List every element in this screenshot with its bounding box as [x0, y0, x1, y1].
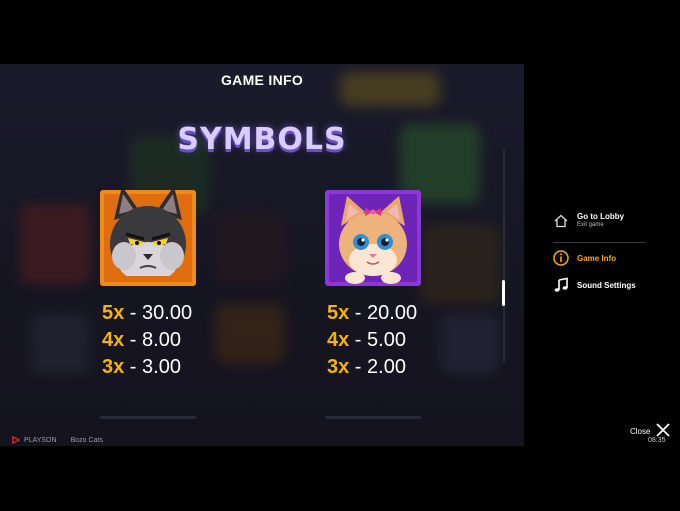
- menu-go-to-lobby[interactable]: Go to Lobby Exit game: [553, 212, 624, 230]
- pay-row: 5x - 30.00: [102, 300, 192, 327]
- pay-row: 4x - 8.00: [102, 327, 192, 354]
- playson-logo-icon: [12, 436, 20, 444]
- paytable-black-cat: 5x - 30.00 4x - 8.00 3x - 3.00: [102, 300, 192, 381]
- pay-value: 5.00: [367, 329, 406, 351]
- pay-separator: -: [349, 329, 368, 351]
- home-icon: [553, 213, 569, 229]
- pay-value: 3.00: [142, 356, 181, 378]
- pay-separator: -: [349, 356, 368, 378]
- menu-label: Sound Settings: [577, 280, 636, 290]
- pay-separator: -: [124, 302, 143, 324]
- pay-separator: -: [124, 329, 143, 351]
- black-cat-icon: [100, 190, 196, 286]
- game-name: Bozo Cats: [70, 436, 103, 444]
- info-icon: [553, 250, 569, 266]
- brand-footer: PLAYSON Bozo Cats: [12, 436, 103, 444]
- pay-multiplier: 3x: [102, 356, 125, 378]
- symbol-card-black-cat: [100, 190, 200, 286]
- menu-label: Go to Lobby: [577, 212, 625, 221]
- scrollbar-thumb[interactable]: [502, 280, 505, 306]
- music-note-icon: [553, 277, 569, 293]
- pay-row: 5x - 20.00: [327, 300, 417, 327]
- pay-multiplier: 4x: [102, 329, 125, 351]
- pay-row: 3x - 2.00: [327, 354, 417, 381]
- pay-multiplier: 5x: [327, 302, 350, 324]
- scrollbar-track[interactable]: [503, 150, 505, 362]
- close-label: Close: [630, 426, 651, 436]
- lobby-text: Go to Lobby Exit game: [577, 212, 624, 230]
- paytable-ginger-kitten: 5x - 20.00 4x - 5.00 3x - 2.00: [327, 300, 417, 381]
- pay-multiplier: 4x: [327, 329, 350, 351]
- game-viewport: GAME INFO SYMBOLS 5x - 30.00 4x - 8.00 3…: [0, 64, 524, 446]
- menu-sublabel: Exit game: [577, 222, 604, 228]
- pay-value: 20.00: [367, 302, 418, 324]
- pay-multiplier: 5x: [102, 302, 125, 324]
- pay-row: 3x - 3.00: [102, 354, 192, 381]
- pay-separator: -: [349, 302, 368, 324]
- menu-label: Game Info: [577, 253, 617, 263]
- provider-name: PLAYSON: [24, 436, 57, 444]
- pay-value: 30.00: [142, 302, 193, 324]
- clock-time: 08:35: [648, 437, 666, 444]
- ginger-kitten-icon: [325, 190, 421, 286]
- menu-game-info[interactable]: Game Info: [553, 250, 616, 266]
- pay-value: 8.00: [142, 329, 181, 351]
- menu-sound-settings[interactable]: Sound Settings: [553, 277, 636, 293]
- pay-row: 4x - 5.00: [327, 327, 417, 354]
- divider: [325, 416, 421, 419]
- page-title: GAME INFO: [220, 72, 304, 88]
- divider: [100, 416, 196, 419]
- symbol-card-ginger-kitten: [325, 190, 425, 286]
- pay-multiplier: 3x: [327, 356, 350, 378]
- menu-divider: [553, 242, 645, 243]
- pay-separator: -: [124, 356, 143, 378]
- pay-value: 2.00: [367, 356, 406, 378]
- section-title: SYMBOLS: [177, 122, 347, 157]
